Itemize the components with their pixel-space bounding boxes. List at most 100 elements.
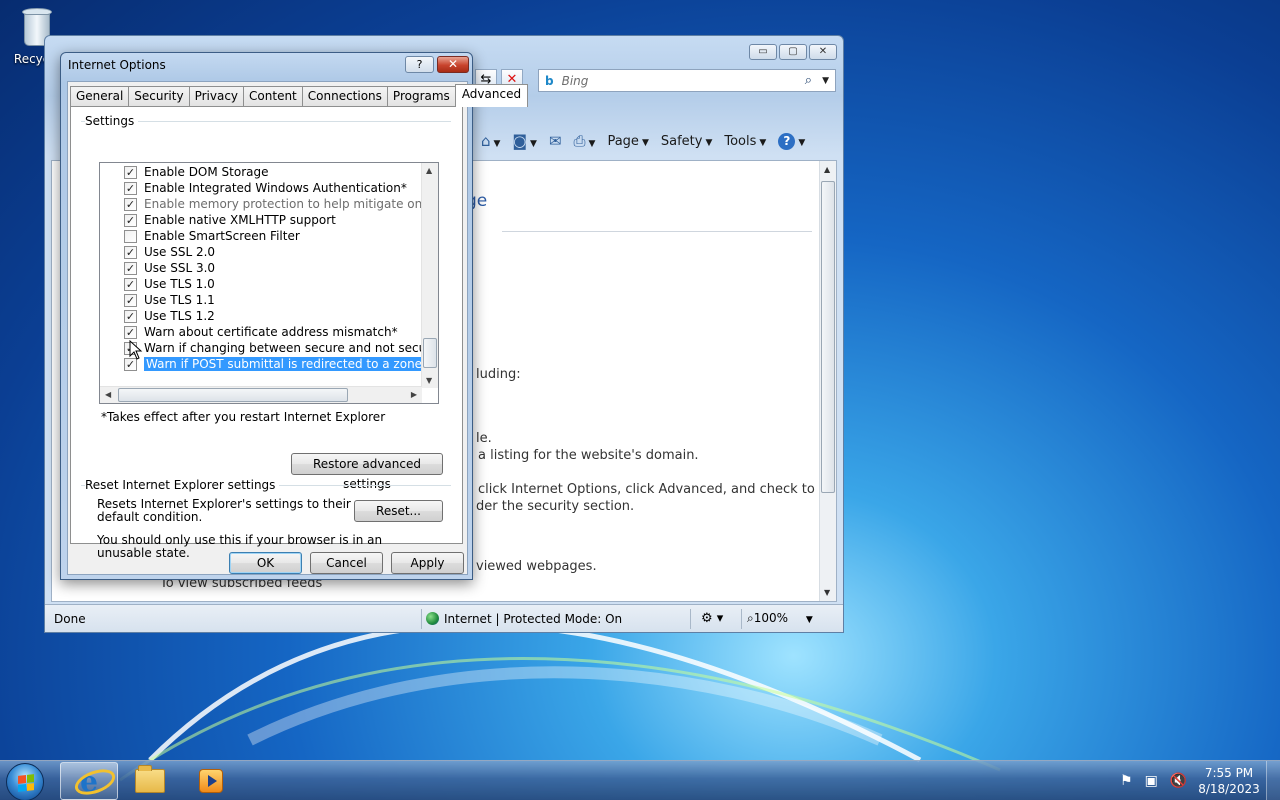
tab-strip: General Security Privacy Content Connect… [70, 84, 529, 107]
taskbar-media-player[interactable] [182, 762, 240, 800]
mail-icon[interactable]: ✉ [549, 132, 562, 150]
ie-minimize-button[interactable]: ▭ [749, 44, 777, 60]
start-button[interactable] [6, 763, 44, 800]
cancel-button[interactable]: Cancel [310, 552, 383, 574]
settings-item-label: Enable Integrated Windows Authentication… [144, 181, 407, 195]
settings-vscroll-thumb[interactable] [423, 338, 437, 368]
restore-advanced-settings-button[interactable]: Restore advanced settings [291, 453, 443, 491]
chevron-down-icon[interactable]: ▼ [822, 76, 829, 86]
settings-item[interactable]: ✓ Enable DOM Storage [100, 164, 269, 180]
help-icon: ? [778, 132, 796, 150]
search-placeholder: Bing [561, 73, 589, 88]
restart-note: *Takes effect after you restart Internet… [101, 410, 386, 424]
status-text: Done [54, 611, 86, 626]
settings-item-label: Use TLS 1.2 [144, 309, 215, 323]
safety-menu[interactable]: Safety ▼ [661, 134, 713, 149]
settings-item[interactable]: ✓ Use SSL 2.0 [100, 244, 215, 260]
settings-item[interactable]: ✓ Use TLS 1.1 [100, 292, 215, 308]
settings-checkbox[interactable]: ✓ [124, 181, 137, 195]
settings-item-label: Use SSL 2.0 [144, 245, 216, 259]
settings-item-label: Enable memory protection to help mitigat… [144, 197, 438, 211]
reset-description: Resets Internet Explorer's settings to t… [97, 497, 351, 524]
show-desktop-button[interactable] [1266, 761, 1280, 800]
taskbar: e ⚑ ▣ 🔇 7:55 PM 8/18/2023 [0, 760, 1280, 800]
search-input[interactable]: b Bing ⌕ ▼ [538, 69, 836, 92]
tools-menu[interactable]: Tools ▼ [724, 134, 766, 149]
chevron-down-icon[interactable]: ▼ [530, 139, 537, 149]
feeds-icon[interactable]: ◙ [512, 132, 527, 150]
settings-hscrollbar[interactable]: ◀ ▶ [100, 386, 422, 403]
tab-programs[interactable]: Programs [386, 86, 456, 106]
settings-item[interactable]: ✓ Enable memory protection to help mitiga… [100, 196, 438, 212]
settings-checkbox[interactable]: ✓ [124, 213, 137, 227]
zoom-control[interactable]: ⌕100% ▼ [747, 611, 813, 626]
zone-indicator[interactable]: Internet | Protected Mode: On [426, 611, 622, 626]
settings-item[interactable]: ✓ Warn if POST submittal is redirected to… [100, 356, 438, 372]
page-menu[interactable]: Page ▼ [607, 134, 648, 149]
chevron-down-icon[interactable]: ▼ [494, 139, 501, 149]
settings-list[interactable]: ✓ Enable DOM Storage ✓ Enable Integrated Wi… [99, 162, 439, 404]
help-menu[interactable]: ? ▼ [778, 132, 805, 150]
dialog-help-button[interactable]: ? [405, 56, 434, 73]
taskbar-internet-explorer[interactable]: e [60, 762, 118, 800]
volume-muted-icon[interactable]: 🔇 [1170, 773, 1187, 789]
folder-icon [135, 765, 165, 793]
tab-advanced[interactable]: Advanced [454, 84, 529, 107]
chevron-down-icon[interactable]: ▼ [589, 139, 596, 149]
settings-group-label: Settings [85, 114, 139, 128]
ie-close-button[interactable]: ✕ [809, 44, 837, 60]
settings-checkbox[interactable]: ✓ [124, 261, 137, 275]
home-icon[interactable]: ⌂ [481, 132, 491, 150]
settings-item[interactable]: ✓ Use TLS 1.0 [100, 276, 215, 292]
search-icon[interactable]: ⌕ [805, 73, 812, 88]
settings-checkbox[interactable]: ✓ [124, 325, 137, 339]
scroll-thumb[interactable] [821, 181, 835, 493]
settings-item[interactable]: Enable SmartScreen Filter [100, 228, 300, 244]
ie-maximize-button[interactable]: ▢ [779, 44, 807, 60]
tab-privacy[interactable]: Privacy [188, 86, 245, 106]
tab-general[interactable]: General [70, 86, 130, 106]
action-center-flag-icon[interactable]: ⚑ [1120, 773, 1133, 789]
settings-vscrollbar[interactable]: ▲ ▼ [421, 163, 438, 388]
apply-button[interactable]: Apply [391, 552, 464, 574]
settings-item[interactable]: ✓Warn if changing between secure and not… [100, 340, 439, 356]
settings-item-label: Warn about certificate address mismatch* [144, 325, 398, 339]
settings-checkbox[interactable]: ✓ [124, 245, 137, 259]
settings-checkbox[interactable]: ✓ [124, 277, 137, 291]
taskbar-windows-explorer[interactable] [121, 762, 179, 800]
network-icon[interactable]: ▣ [1145, 773, 1158, 789]
settings-item[interactable]: ✓ Warn about certificate address mismatch… [100, 324, 398, 340]
internet-options-dialog[interactable]: Internet Options ? ✕ General Security Pr… [60, 52, 529, 580]
settings-checkbox[interactable]: ✓ [124, 309, 137, 323]
media-player-icon [199, 769, 223, 793]
settings-item[interactable]: ✓ Use TLS 1.2 [100, 308, 215, 324]
tab-content[interactable]: Content [243, 86, 303, 106]
print-icon[interactable]: ⎙ [574, 132, 586, 150]
clock-time: 7:55 PM [1204, 766, 1254, 780]
divider [502, 231, 812, 232]
settings-item[interactable]: ✓ Enable Integrated Windows Authenticatio… [100, 180, 407, 196]
clock-date: 8/18/2023 [1198, 782, 1260, 796]
system-clock[interactable]: 7:55 PM 8/18/2023 [1198, 765, 1260, 797]
settings-item[interactable]: ✓ Enable native XMLHTTP support [100, 212, 336, 228]
globe-icon [426, 611, 439, 625]
settings-checkbox[interactable]: ✓ [124, 197, 137, 211]
page-scrollbar[interactable]: ▲ ▼ [819, 161, 836, 601]
content-line-1: luding: [476, 367, 521, 382]
system-tray: ⚑ ▣ 🔇 [1120, 773, 1187, 789]
protected-mode-icon[interactable]: ⚙ ▾ [701, 611, 723, 626]
ok-button[interactable]: OK [229, 552, 302, 574]
settings-checkbox[interactable] [124, 229, 137, 243]
settings-checkbox[interactable]: ✓ [124, 165, 137, 179]
settings-item-label: Warn if changing between secure and not … [144, 341, 439, 355]
reset-button[interactable]: Reset... [354, 500, 443, 522]
tab-connections[interactable]: Connections [301, 86, 388, 106]
content-line-2: le. [476, 431, 492, 446]
dialog-close-button[interactable]: ✕ [437, 56, 469, 73]
settings-hscroll-thumb[interactable] [118, 388, 348, 402]
settings-item-label: Enable DOM Storage [144, 165, 269, 179]
tab-security[interactable]: Security [128, 86, 190, 106]
settings-item[interactable]: ✓ Use SSL 3.0 [100, 260, 215, 276]
dialog-title: Internet Options [68, 58, 166, 72]
settings-checkbox[interactable]: ✓ [124, 293, 137, 307]
